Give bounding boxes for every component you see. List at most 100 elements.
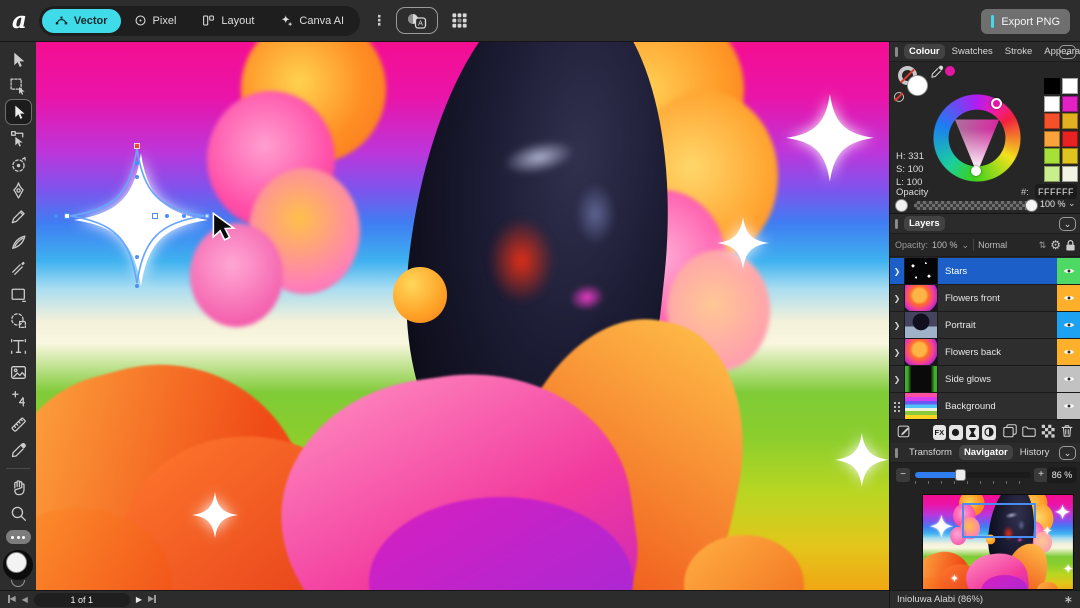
ruler-tool[interactable] [5,411,32,437]
expand-layer-icon[interactable]: ❯ [890,285,905,311]
eyedropper-tool[interactable] [5,437,32,463]
tab-layout[interactable]: Layout [189,9,267,33]
control-point[interactable] [135,161,139,165]
control-point[interactable] [165,214,169,218]
layer-row-side-glows[interactable]: ❯ Side glows [890,366,1080,393]
zoom-value[interactable]: 86 % [1047,467,1077,483]
panel-grip[interactable] [895,219,898,229]
mask-button[interactable] [949,425,963,440]
opacity-slider-knob[interactable] [1025,199,1038,212]
pencil-tool[interactable] [5,203,32,229]
fill-indicator[interactable] [907,75,928,96]
zoom-tool[interactable] [5,500,32,526]
visibility-toggle[interactable] [1057,285,1080,311]
colour-swatch[interactable] [1062,113,1078,129]
panel-grip[interactable] [895,448,898,458]
colour-swatch[interactable] [1062,166,1078,182]
tab-vector[interactable]: Vector [42,9,121,33]
brush-tool[interactable] [5,229,32,255]
opacity-dropdown-icon[interactable]: ⌄ [1068,198,1076,209]
expand-layer-icon[interactable]: ❯ [890,312,905,338]
zoom-in-button[interactable]: + [1034,468,1048,482]
visibility-toggle[interactable] [1057,366,1080,392]
panel-grip[interactable] [895,47,898,57]
duplicate-button[interactable] [1002,423,1018,442]
zoom-slider[interactable] [915,472,1031,478]
favorite-star-icon[interactable]: ∗ [1064,593,1073,606]
group-select-tool[interactable] [5,73,32,99]
more-menu-icon[interactable]: ⋮ [372,12,386,29]
pixel-select-tool[interactable] [5,307,32,333]
colour-swatch[interactable] [1062,96,1078,112]
app-logo[interactable]: a [12,7,27,34]
layer-row-portrait[interactable]: ❯ Portrait [890,312,1080,339]
hex-input[interactable]: FFFFFF [1035,184,1077,199]
anchor-handle-right[interactable] [152,213,158,219]
tab-layers[interactable]: Layers [904,216,945,231]
shade-selector[interactable] [971,166,981,176]
image-tool[interactable] [5,359,32,385]
edit-layer-button[interactable] [896,423,912,442]
tab-transform[interactable]: Transform [904,445,957,460]
star-shape-selected[interactable] [930,515,954,539]
tab-stroke[interactable]: Stroke [1000,44,1037,59]
tab-history[interactable]: History [1015,445,1055,460]
marker-tool[interactable] [5,255,32,281]
colour-swatch[interactable] [1044,96,1060,112]
anchor-handle-top[interactable] [134,143,140,149]
more-tools-button[interactable] [6,530,31,544]
collapse-inspector-icon[interactable]: ⌄ [1059,446,1076,460]
tab-colour[interactable]: Colour [904,44,945,59]
blend-stepper-icon[interactable]: ⇅ [1039,240,1047,251]
rotate-tool[interactable] [5,151,32,177]
control-point[interactable] [54,214,58,218]
tab-swatches[interactable]: Swatches [947,44,998,59]
templates-button[interactable] [446,7,473,34]
layer-row-flowers-front[interactable]: ❯ Flowers front [890,285,1080,312]
visibility-toggle[interactable] [1057,393,1080,419]
anchor-handle-right-tip[interactable] [204,214,209,219]
colour-swatch[interactable] [1044,113,1060,129]
first-page-icon[interactable]: ◀ [8,595,16,603]
tab-navigator[interactable]: Navigator [959,445,1013,460]
visibility-toggle[interactable] [1057,258,1080,284]
contrast-button[interactable] [982,425,996,440]
colour-swatch[interactable] [1062,78,1078,94]
layer-opacity-value[interactable]: 100 % [932,240,958,250]
opacity-value[interactable]: 100 % [1040,199,1066,209]
last-page-icon[interactable]: ▶ [148,595,156,603]
auto-trace-button[interactable]: A [396,7,438,34]
viewport-rectangle[interactable] [962,503,1036,538]
transparency-button[interactable] [1040,423,1056,442]
collapse-colour-icon[interactable]: ⌄ [1059,45,1076,59]
navigator-preview[interactable] [923,495,1073,589]
select-tool[interactable] [5,47,32,73]
colour-swatch[interactable] [1044,148,1060,164]
color-well[interactable] [3,550,33,580]
collapse-layers-icon[interactable]: ⌄ [1059,217,1076,231]
colour-swatch[interactable] [1044,166,1060,182]
text-tool[interactable] [5,333,32,359]
blend-shape-button[interactable] [966,425,980,440]
group-button[interactable] [1021,423,1037,442]
layer-opacity-dropdown-icon[interactable]: ⌄ [962,240,970,251]
hand-tool[interactable] [5,474,32,500]
pen-tool[interactable] [5,177,32,203]
delete-layer-button[interactable] [1059,423,1075,442]
blend-mode-select[interactable]: Normal [978,240,1035,250]
canvas-viewport[interactable] [36,42,889,590]
opacity-slider[interactable] [914,201,1032,210]
tab-pixel[interactable]: Pixel [121,9,190,33]
colour-swatch[interactable] [1062,148,1078,164]
expand-layer-icon[interactable]: ❯ [890,258,905,284]
expand-layer-icon[interactable]: ❯ [890,366,905,392]
visibility-toggle[interactable] [1057,339,1080,365]
export-png-button[interactable]: Export PNG [981,9,1070,34]
anchor-handle-left[interactable] [64,213,70,219]
prev-page-icon[interactable]: ◀ [22,596,28,604]
node-select-tool[interactable] [5,125,32,151]
adjust-tool[interactable] [5,385,32,411]
eyedropper-icon[interactable] [929,64,945,80]
layer-row-flowers-back[interactable]: ❯ Flowers back [890,339,1080,366]
zoom-out-button[interactable]: − [896,468,910,482]
